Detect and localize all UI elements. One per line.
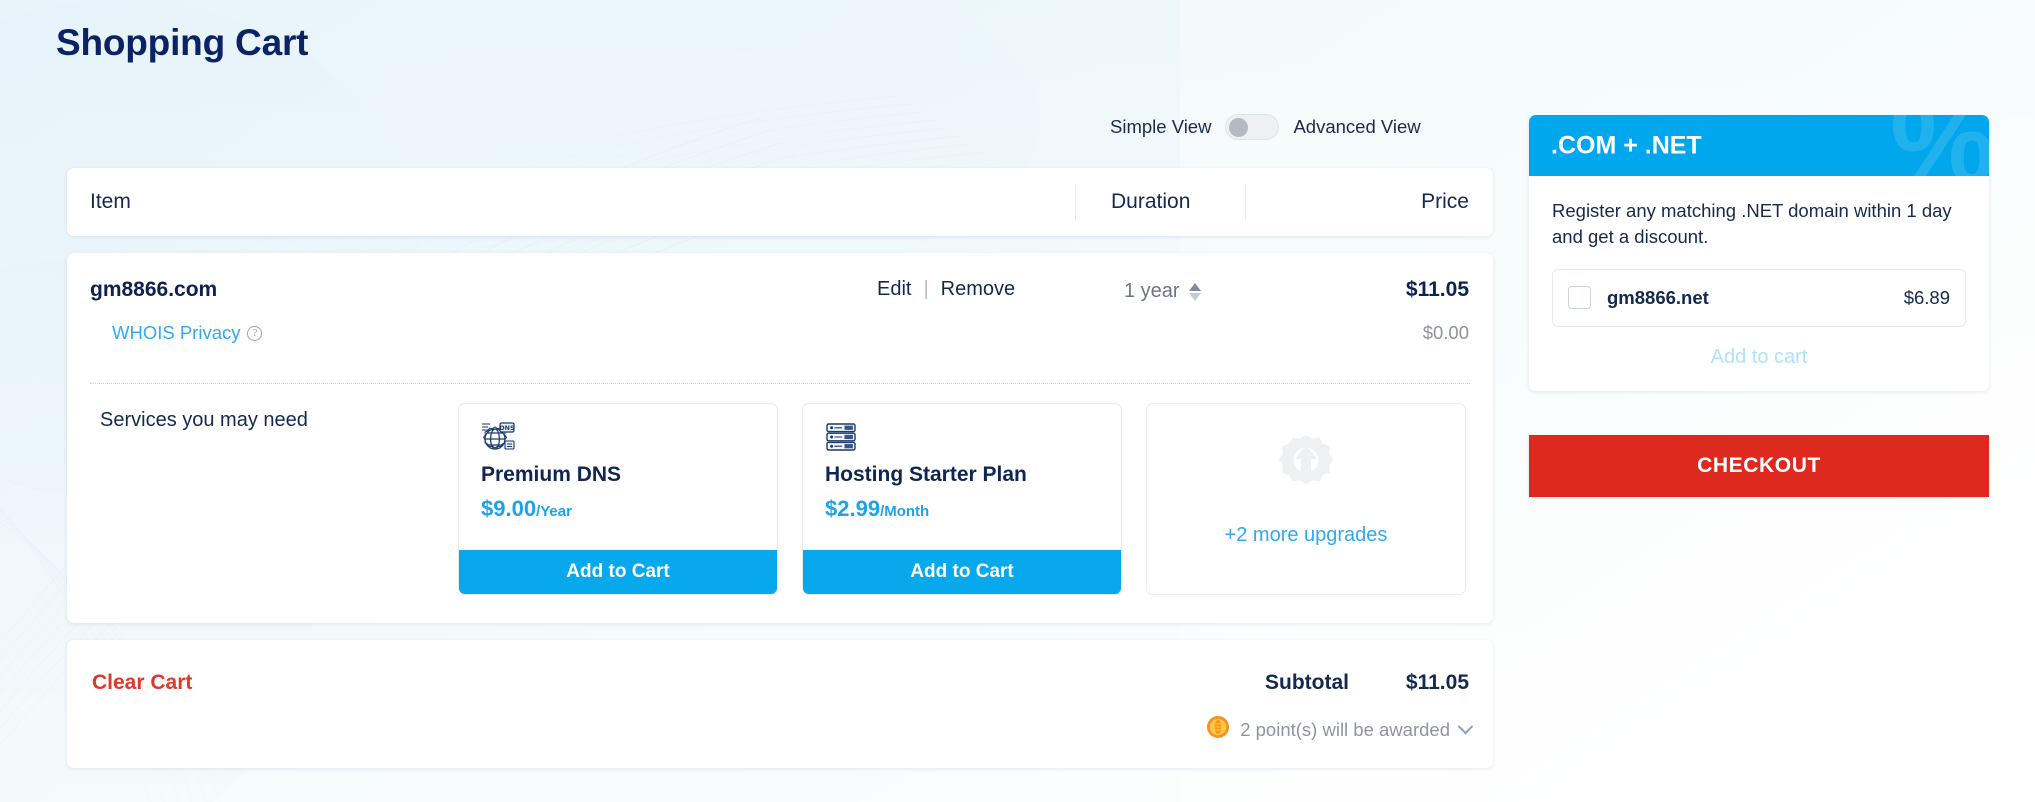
column-header-item: Item	[90, 190, 131, 213]
promo-add-to-cart-button[interactable]: Add to cart	[1529, 327, 1989, 391]
edit-button[interactable]: Edit	[877, 278, 911, 301]
stepper-up-icon[interactable]	[1188, 282, 1201, 291]
whois-privacy-price: $0.00	[1422, 322, 1469, 343]
promo-card-com-net: % .COM + .NET Register any matching .NET…	[1529, 115, 1989, 391]
cart-item-domain: gm8866.com	[90, 278, 218, 301]
duration-stepper[interactable]: 1 year	[1124, 280, 1201, 303]
stepper-down-icon[interactable]	[1188, 292, 1201, 301]
upgrade-price-period: /Month	[880, 503, 930, 520]
action-separator: |	[923, 278, 929, 300]
gear-upgrade-icon	[1269, 432, 1343, 511]
upgrade-price-period: /Year	[536, 503, 572, 520]
percent-watermark-icon: %	[1890, 115, 1989, 176]
column-header-price: Price	[1421, 190, 1469, 213]
upgrade-title: Premium DNS	[481, 463, 622, 486]
upgrade-price: $2.99/Month	[825, 496, 929, 522]
subtotal-value: $11.05	[1405, 671, 1469, 694]
remove-button[interactable]: Remove	[941, 278, 1015, 301]
cart-table-header: Item Duration Price	[67, 168, 1493, 236]
cart-item-price: $11.05	[1405, 278, 1469, 301]
chevron-down-icon[interactable]	[1457, 718, 1474, 735]
points-awarded-text: 2 point(s) will be awarded	[1240, 718, 1450, 740]
promo-suggestion-row[interactable]: gm8866.net $6.89	[1552, 268, 1966, 327]
cart-item-row: gm8866.com WHOIS Privacy ? Edit | Remove…	[67, 253, 1493, 623]
simple-view-label[interactable]: Simple View	[1110, 116, 1211, 138]
upgrade-title: Hosting Starter Plan	[825, 463, 1027, 486]
promo-description: Register any matching .NET domain within…	[1552, 200, 1952, 248]
server-rack-icon	[825, 421, 857, 458]
whois-privacy-link[interactable]: WHOIS Privacy	[112, 322, 240, 344]
more-upgrades-card[interactable]: +2 more upgrades	[1146, 403, 1466, 595]
promo-domain-checkbox[interactable]	[1568, 286, 1591, 310]
upgrade-price-amount: $2.99	[825, 496, 881, 521]
whois-privacy-row: WHOIS Privacy ?	[112, 322, 263, 344]
points-awarded-row[interactable]: 2 point(s) will be awarded	[1206, 715, 1474, 744]
upgrade-price: $9.00/Year	[481, 496, 572, 522]
help-question-icon[interactable]: ?	[247, 325, 263, 341]
clear-cart-button[interactable]: Clear Cart	[92, 671, 192, 695]
dns-globe-icon: DNS	[481, 421, 515, 458]
more-upgrades-label[interactable]: +2 more upgrades	[1147, 524, 1465, 547]
cart-footer: Clear Cart Subtotal $11.05 2 point(s) wi…	[67, 640, 1493, 768]
duration-value: 1 year	[1124, 280, 1180, 302]
checkout-button[interactable]: CHECKOUT	[1529, 435, 1989, 497]
subtotal-label: Subtotal	[1265, 671, 1349, 694]
upgrade-card-premium-dns: DNS Premium DNS $9.00/Year Add to Cart	[458, 403, 778, 595]
add-to-cart-button-premium-dns[interactable]: Add to Cart	[459, 550, 777, 594]
coin-icon	[1206, 715, 1230, 744]
view-mode-switch[interactable]	[1225, 114, 1280, 140]
item-divider	[90, 383, 1470, 384]
header-divider	[1245, 184, 1246, 220]
promo-domain-name: gm8866.net	[1607, 286, 1709, 308]
promo-domain-price: $6.89	[1903, 286, 1950, 308]
switch-knob	[1229, 118, 1249, 137]
page-title: Shopping Cart	[56, 22, 309, 63]
header-divider	[1075, 184, 1076, 220]
view-mode-toggle-group: Simple View Advanced View	[1110, 114, 1421, 140]
services-section-label: Services you may need	[100, 409, 308, 431]
upgrade-price-amount: $9.00	[481, 496, 537, 521]
item-actions: Edit | Remove	[877, 278, 1015, 301]
promo-title: .COM + .NET	[1551, 131, 1702, 159]
advanced-view-label[interactable]: Advanced View	[1293, 116, 1420, 138]
upgrade-card-hosting-starter: Hosting Starter Plan $2.99/Month Add to …	[802, 403, 1122, 595]
promo-header: % .COM + .NET	[1529, 115, 1989, 176]
add-to-cart-button-hosting-starter[interactable]: Add to Cart	[803, 550, 1121, 594]
svg-text:DNS: DNS	[499, 424, 515, 432]
stepper-arrows[interactable]	[1188, 282, 1201, 301]
shopping-cart-page: Shopping Cart Simple View Advanced View …	[0, 0, 2035, 802]
column-header-duration: Duration	[1111, 190, 1191, 213]
